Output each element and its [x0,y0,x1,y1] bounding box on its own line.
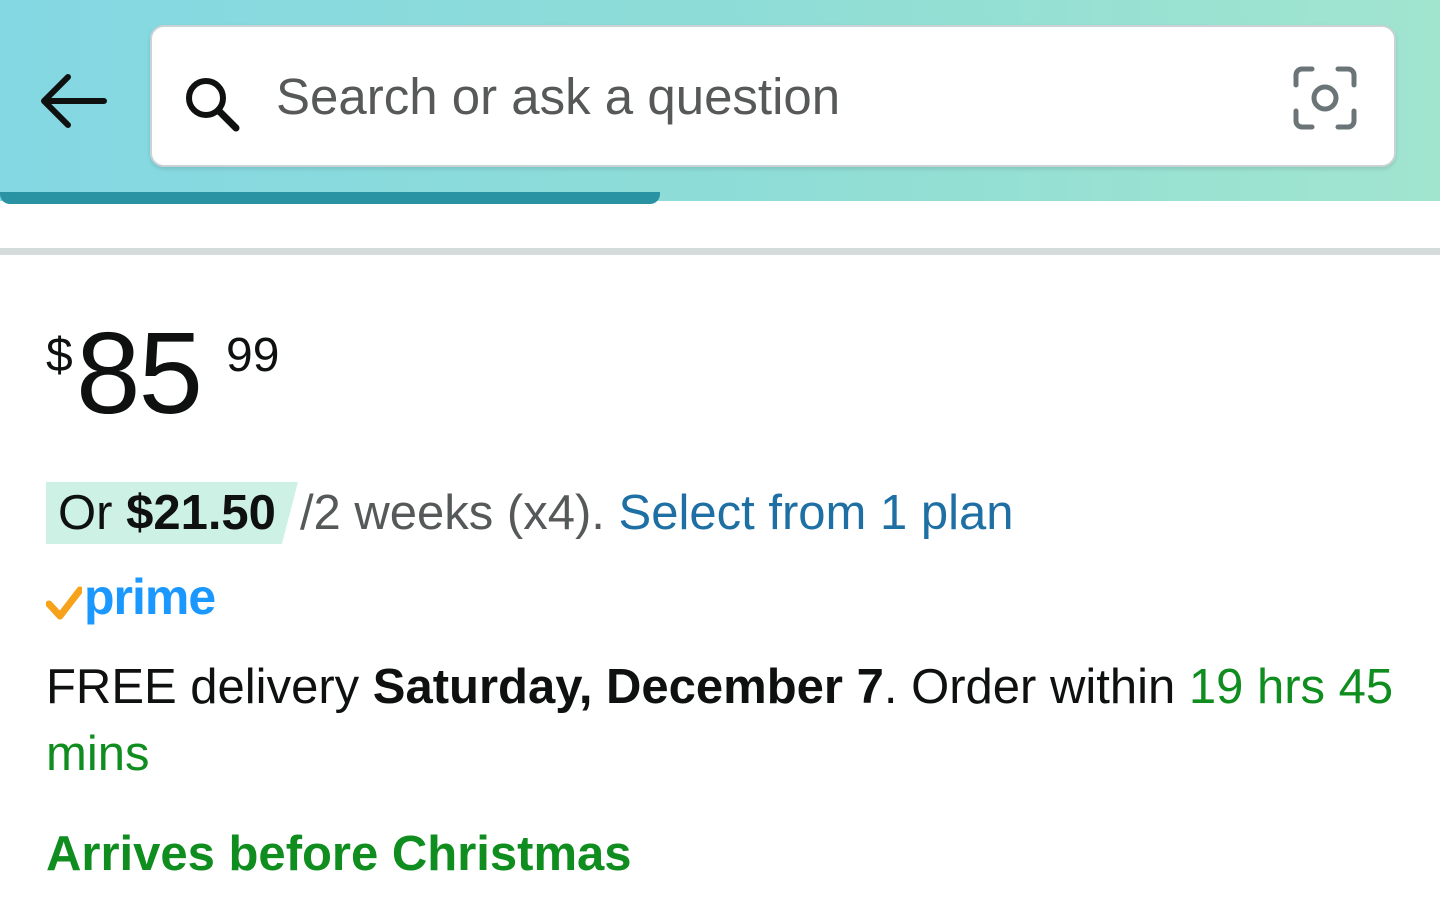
installment-prefix: Or [58,486,113,540]
price-whole: 85 [76,308,203,438]
top-header [0,0,1440,204]
back-button[interactable] [34,66,114,136]
installment-offer: Or $21.50/2 weeks (x4). Select from 1 pl… [46,482,1013,544]
installment-amount: $21.50 [126,486,276,540]
arrow-left-icon [41,74,107,128]
header-tab-strip [0,192,660,204]
price-currency-symbol: $ [46,329,73,382]
search-input[interactable] [274,63,1258,129]
camera-lens-icon[interactable] [1290,63,1360,133]
installment-highlight: Or $21.50 [46,482,298,544]
installment-terms: /2 weeks (x4). [299,486,605,540]
arrives-before-christmas-badge: Arrives before Christmas [46,827,632,881]
prime-label: prime [84,569,216,625]
prime-logo: prime [46,569,236,630]
section-divider [0,248,1440,255]
delivery-date: Saturday, December 7 [372,660,884,714]
search-bar[interactable] [150,25,1396,167]
delivery-order-within: . Order within [883,660,1176,714]
search-icon [186,78,240,132]
price-fraction: 99 [226,329,280,382]
prime-check-icon [46,586,82,620]
delivery-info: FREE delivery Saturday, December 7. Orde… [46,654,1406,788]
select-plan-link[interactable]: Select from 1 plan [619,486,1014,540]
delivery-prefix: FREE delivery [46,660,360,714]
